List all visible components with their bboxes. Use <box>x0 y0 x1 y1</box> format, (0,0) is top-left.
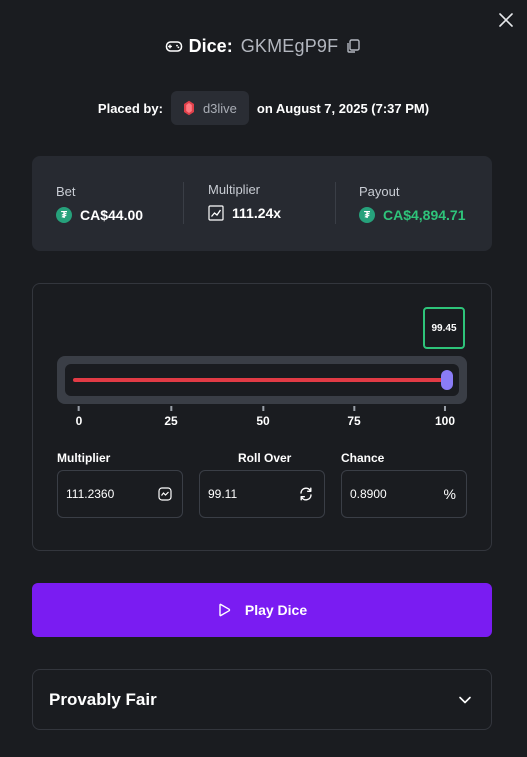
multiplier-stat: Multiplier 111.24x <box>208 182 281 221</box>
tick-label: 25 <box>164 414 178 428</box>
tick-label: 75 <box>347 414 361 428</box>
play-dice-label: Play Dice <box>244 602 308 618</box>
multiplier-field-value: 111.2360 <box>66 487 115 501</box>
chevron-down-icon <box>459 696 471 703</box>
bet-id: GKMEgP9F <box>240 35 339 56</box>
payout-value: CA$4,894.71 <box>383 207 466 223</box>
multiplier-label: Multiplier <box>208 182 261 197</box>
dice-slider <box>57 356 467 404</box>
close-button[interactable] <box>496 10 516 30</box>
divider <box>183 182 184 224</box>
chance-field-label: Chance <box>341 451 385 465</box>
multiplier-value: 111.24x <box>232 205 282 221</box>
trend-chart-icon <box>208 205 224 221</box>
divider <box>335 182 336 224</box>
username: d3live <box>202 100 237 116</box>
rank-gem-icon <box>183 100 194 116</box>
copy-icon[interactable] <box>344 37 362 55</box>
provably-fair-accordion[interactable]: Provably Fair <box>32 669 492 730</box>
dice-result-panel: 99.45 0 25 50 75 100 Multiplier Roll Ove… <box>32 283 492 551</box>
result-marker: 99.45 <box>423 307 465 349</box>
placed-by-row: Placed by: d3live on August 7, 2025 (7:3… <box>0 91 527 125</box>
multiplier-field[interactable]: 111.2360 <box>57 470 183 518</box>
bet-summary: Bet ₮ CA$44.00 Multiplier 111.24x Payout… <box>32 156 492 251</box>
user-chip[interactable]: d3live <box>170 91 249 125</box>
game-name: Dice: <box>188 35 233 56</box>
play-icon <box>219 603 231 617</box>
tick-label: 50 <box>256 414 270 428</box>
roll-over-field-value: 99.11 <box>208 487 238 501</box>
payout-label: Payout <box>359 184 400 199</box>
multiplier-field-label: Multiplier <box>57 451 111 465</box>
roll-over-field[interactable]: 99.11 <box>199 470 325 518</box>
refresh-icon[interactable] <box>298 486 314 502</box>
close-icon <box>499 13 513 27</box>
slider-handle[interactable] <box>440 370 453 390</box>
bet-value: CA$44.00 <box>80 207 144 223</box>
payout-stat: Payout ₮ CA$4,894.71 <box>359 184 466 223</box>
chance-field[interactable]: 0.8900 % <box>341 470 467 518</box>
slider-track <box>65 364 459 396</box>
slider-ticks: 0 25 50 75 100 <box>33 414 493 430</box>
tether-icon: ₮ <box>359 207 375 223</box>
play-dice-button[interactable]: Play Dice <box>32 583 492 637</box>
bet-title: Dice: GKMEgP9F <box>0 34 527 58</box>
lose-range <box>73 378 446 382</box>
tick-label: 0 <box>75 414 83 428</box>
tether-icon: ₮ <box>56 207 72 223</box>
provably-fair-label: Provably Fair <box>49 689 157 709</box>
roll-over-field-label: Roll Over <box>238 451 292 465</box>
bet-label: Bet <box>56 184 76 199</box>
percent-icon: % <box>443 486 456 502</box>
trend-chart-icon <box>158 487 172 501</box>
gamepad-icon <box>165 37 183 55</box>
placed-date: on August 7, 2025 (7:37 PM) <box>256 100 430 116</box>
placed-by-label: Placed by: <box>97 100 163 116</box>
tick-label: 100 <box>434 414 456 428</box>
chance-field-value: 0.8900 <box>350 487 387 501</box>
bet-stat: Bet ₮ CA$44.00 <box>56 184 143 223</box>
